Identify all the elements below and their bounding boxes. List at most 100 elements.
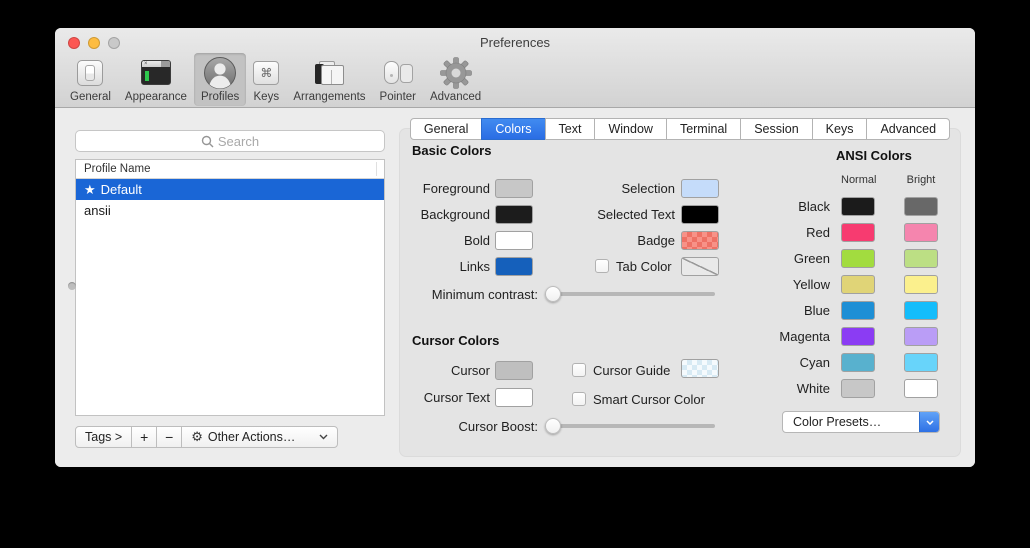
- tab-text[interactable]: Text: [545, 118, 596, 140]
- other-actions-dropdown[interactable]: ⚙ Other Actions…: [181, 426, 338, 448]
- gear-icon: ⚙: [191, 430, 203, 445]
- ansi-black-bright-well[interactable]: [904, 197, 938, 216]
- profile-list-header[interactable]: Profile Name: [76, 160, 384, 179]
- tab-terminal[interactable]: Terminal: [666, 118, 741, 140]
- toolbar-item-general[interactable]: General: [63, 53, 118, 106]
- cursor-colors-heading: Cursor Colors: [412, 333, 499, 348]
- add-profile-button[interactable]: +: [131, 426, 157, 448]
- ansi-green-bright-well[interactable]: [904, 249, 938, 268]
- ansi-blue-bright-well[interactable]: [904, 301, 938, 320]
- ansi-magenta-normal-well[interactable]: [841, 327, 875, 346]
- toolbar-item-label: Keys: [254, 91, 280, 103]
- profile-row-ansii[interactable]: ansii: [76, 200, 384, 221]
- toolbar-item-profiles[interactable]: Profiles: [194, 53, 246, 106]
- cursor-label: Cursor: [400, 361, 490, 380]
- toolbar-item-keys[interactable]: ⌘ Keys: [246, 53, 286, 106]
- profile-tabs: General Colors Text Window Terminal Sess…: [400, 118, 960, 140]
- ansi-magenta-bright-well[interactable]: [904, 327, 938, 346]
- toolbar-item-label: Profiles: [201, 91, 239, 103]
- tab-session[interactable]: Session: [740, 118, 812, 140]
- selected-text-color-well[interactable]: [681, 205, 719, 224]
- chevron-down-icon: [319, 434, 328, 440]
- ansi-green-label: Green: [750, 249, 830, 268]
- ansi-red-bright-well[interactable]: [904, 223, 938, 242]
- profile-name: ansii: [84, 203, 111, 218]
- general-icon: [77, 60, 103, 86]
- ansi-cyan-bright-well[interactable]: [904, 353, 938, 372]
- ansi-cyan-normal-well[interactable]: [841, 353, 875, 372]
- links-color-well[interactable]: [495, 257, 533, 276]
- toolbar-item-arrangements[interactable]: Arrangements: [286, 53, 372, 106]
- tab-advanced[interactable]: Advanced: [866, 118, 950, 140]
- screen: Preferences General × Appearance: [0, 0, 1030, 548]
- basic-colors-heading: Basic Colors: [412, 143, 491, 158]
- tab-color-checkbox[interactable]: [595, 259, 609, 273]
- ansi-colors-heading: ANSI Colors: [836, 148, 912, 163]
- chevron-down-icon: [919, 411, 939, 433]
- selection-color-well[interactable]: [681, 179, 719, 198]
- ansi-col-normal: Normal: [841, 174, 875, 186]
- tags-button[interactable]: Tags >: [75, 426, 132, 448]
- bold-label: Bold: [400, 231, 490, 250]
- links-label: Links: [400, 257, 490, 276]
- min-contrast-slider[interactable]: [545, 286, 715, 302]
- profile-actions: Tags > + − ⚙ Other Actions…: [75, 426, 338, 448]
- remove-profile-button[interactable]: −: [156, 426, 182, 448]
- toolbar-item-label: Arrangements: [293, 91, 365, 103]
- tab-colors[interactable]: Colors: [481, 118, 545, 140]
- cursor-text-label: Cursor Text: [400, 388, 490, 407]
- colors-tab-pane: Basic Colors Foreground Background Bold …: [400, 129, 960, 456]
- ansi-blue-label: Blue: [750, 301, 830, 320]
- cursor-guide-checkbox[interactable]: [572, 363, 586, 377]
- tab-color-well[interactable]: [681, 257, 719, 276]
- ansi-white-label: White: [750, 379, 830, 398]
- selection-label: Selection: [550, 179, 675, 198]
- toolbar-item-appearance[interactable]: × Appearance: [118, 53, 194, 106]
- profile-list: Profile Name ★ Default ansii: [75, 159, 385, 416]
- profile-row-default[interactable]: ★ Default: [76, 179, 384, 200]
- ansi-green-normal-well[interactable]: [841, 249, 875, 268]
- profile-name: Default: [101, 182, 142, 197]
- window-title: Preferences: [55, 35, 975, 50]
- ansi-blue-normal-well[interactable]: [841, 301, 875, 320]
- badge-color-well[interactable]: [681, 231, 719, 250]
- color-presets-dropdown[interactable]: Color Presets…: [782, 411, 940, 433]
- ansi-yellow-normal-well[interactable]: [841, 275, 875, 294]
- bold-color-well[interactable]: [495, 231, 533, 250]
- ansi-black-normal-well[interactable]: [841, 197, 875, 216]
- gear-icon: [439, 56, 473, 90]
- foreground-label: Foreground: [400, 179, 490, 198]
- slider-knob[interactable]: [545, 286, 561, 302]
- keys-icon: ⌘: [253, 61, 279, 85]
- tab-general[interactable]: General: [410, 118, 482, 140]
- toolbar-item-pointer[interactable]: Pointer: [373, 53, 423, 106]
- profiles-icon: [203, 56, 237, 90]
- appearance-icon: ×: [141, 60, 171, 85]
- foreground-color-well[interactable]: [495, 179, 533, 198]
- ansi-white-normal-well[interactable]: [841, 379, 875, 398]
- background-label: Background: [400, 205, 490, 224]
- slider-track[interactable]: [545, 424, 715, 428]
- slider-track[interactable]: [545, 292, 715, 296]
- slider-knob[interactable]: [545, 418, 561, 434]
- toolbar-item-advanced[interactable]: Advanced: [423, 53, 488, 106]
- ansi-white-bright-well[interactable]: [904, 379, 938, 398]
- ansi-yellow-label: Yellow: [750, 275, 830, 294]
- search-icon: [201, 135, 214, 148]
- ansi-red-normal-well[interactable]: [841, 223, 875, 242]
- window-edge-dot: [68, 282, 76, 290]
- preferences-window: Preferences General × Appearance: [55, 28, 975, 467]
- tab-keys[interactable]: Keys: [812, 118, 868, 140]
- cursor-color-well[interactable]: [495, 361, 533, 380]
- tab-window[interactable]: Window: [594, 118, 666, 140]
- smart-cursor-checkbox[interactable]: [572, 392, 586, 406]
- cursor-boost-slider[interactable]: [545, 418, 715, 434]
- background-color-well[interactable]: [495, 205, 533, 224]
- cursor-guide-color-well[interactable]: [681, 359, 719, 378]
- toolbar-item-label: General: [70, 91, 111, 103]
- cursor-text-color-well[interactable]: [495, 388, 533, 407]
- smart-cursor-label: Smart Cursor Color: [593, 390, 705, 409]
- search-input[interactable]: Search: [75, 130, 385, 152]
- tab-color-label: Tab Color: [616, 257, 672, 276]
- ansi-yellow-bright-well[interactable]: [904, 275, 938, 294]
